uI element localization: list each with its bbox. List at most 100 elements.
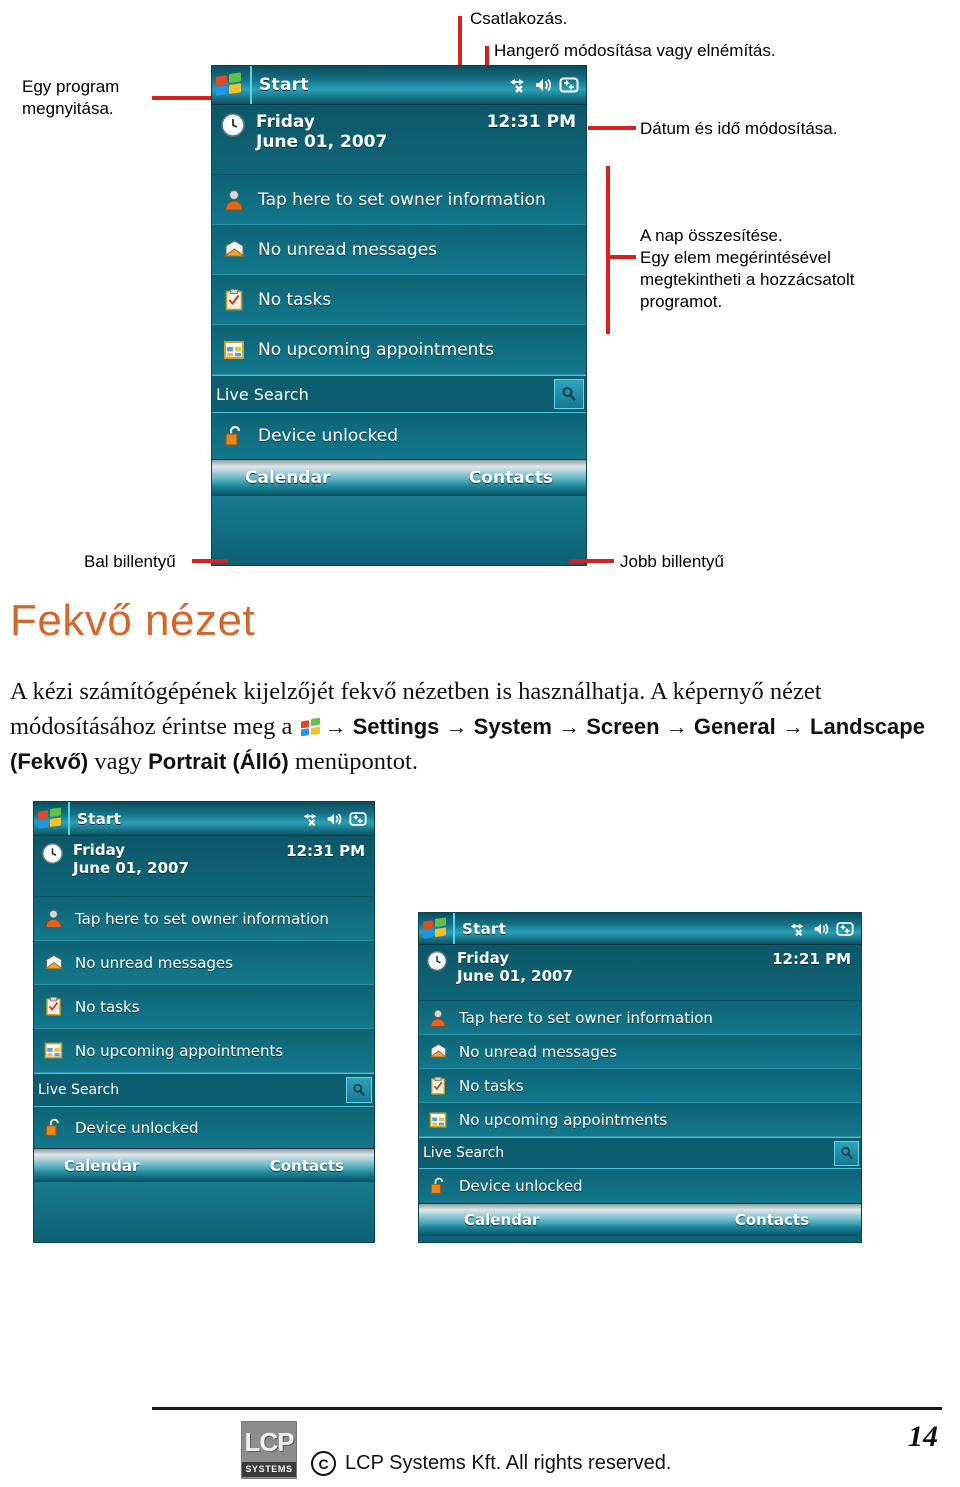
- softkey-left[interactable]: Calendar: [245, 468, 330, 488]
- softkey-left[interactable]: Calendar: [464, 1211, 539, 1229]
- list-item[interactable]: No upcoming appointments: [212, 325, 586, 375]
- list-item[interactable]: No unread messages: [419, 1035, 861, 1069]
- start-label: Start: [462, 919, 507, 938]
- list-item[interactable]: No unread messages: [34, 941, 374, 985]
- system-tray: [507, 75, 586, 95]
- search-input[interactable]: Live Search: [216, 385, 309, 404]
- leader-open-program: [152, 96, 214, 100]
- search-row[interactable]: Live Search: [212, 375, 586, 413]
- date-block: Friday June 01, 2007: [457, 949, 573, 985]
- annotation-right-key: Jobb billentyű: [620, 552, 724, 571]
- clock-time[interactable]: 12:31 PM: [286, 842, 365, 860]
- copyright-text: LCP Systems Kft. All rights reserved.: [345, 1452, 672, 1474]
- softkey-left[interactable]: Calendar: [64, 1157, 139, 1175]
- leader-left-key: [192, 559, 228, 563]
- list-item[interactable]: No upcoming appointments: [34, 1029, 374, 1073]
- list-item[interactable]: Tap here to set owner information: [34, 897, 374, 941]
- owner-icon: [220, 186, 248, 214]
- search-row[interactable]: Live Search: [34, 1073, 374, 1107]
- clock-time[interactable]: 12:21 PM: [772, 950, 851, 968]
- start-button[interactable]: [212, 66, 252, 104]
- soft-key-bar: Calendar Contacts: [34, 1148, 374, 1182]
- list-item-label: Tap here to set owner information: [75, 909, 329, 928]
- owner-icon: [426, 1006, 450, 1030]
- title-bar: Start: [212, 66, 586, 105]
- volume-icon[interactable]: [533, 75, 553, 95]
- list-item-label: Tap here to set owner information: [459, 1008, 713, 1027]
- windows-logo-icon: [38, 806, 62, 830]
- menu-system: System: [473, 713, 552, 739]
- softkey-right[interactable]: Contacts: [469, 468, 553, 488]
- calendar-icon: [220, 336, 248, 364]
- device-lock-row[interactable]: Device unlocked: [34, 1107, 374, 1148]
- start-button[interactable]: [419, 913, 455, 944]
- arrow-icon: →: [781, 713, 804, 739]
- start-button[interactable]: [34, 802, 70, 835]
- search-icon[interactable]: [554, 379, 584, 409]
- search-icon[interactable]: [834, 1140, 859, 1166]
- menu-screen: Screen: [586, 713, 660, 739]
- list-item[interactable]: Tap here to set owner information: [419, 1001, 861, 1035]
- list-item[interactable]: Tap here to set owner information: [212, 175, 586, 225]
- connectivity-icon[interactable]: [301, 810, 319, 828]
- tasks-icon: [426, 1074, 450, 1098]
- sync-icon[interactable]: [559, 75, 579, 95]
- sync-icon[interactable]: [836, 920, 854, 938]
- date-time-row[interactable]: Friday June 01, 2007 12:21 PM: [419, 945, 861, 1001]
- system-tray: [301, 810, 374, 828]
- softkey-right[interactable]: Contacts: [735, 1211, 809, 1229]
- tasks-icon: [220, 286, 248, 314]
- device-lock-label: Device unlocked: [75, 1118, 199, 1137]
- date-block: Friday June 01, 2007: [73, 841, 189, 877]
- day-of-week: Friday: [73, 841, 126, 859]
- today-screen-landscape[interactable]: Start Friday June 01, 2007 12:21 PM Tap …: [418, 912, 862, 1243]
- day-of-week: Friday: [457, 949, 510, 967]
- list-item[interactable]: No upcoming appointments: [419, 1103, 861, 1137]
- start-label: Start: [77, 809, 122, 828]
- search-icon[interactable]: [346, 1077, 372, 1103]
- connectivity-icon[interactable]: [788, 920, 806, 938]
- day-of-week: Friday: [256, 112, 315, 132]
- clock-icon: [426, 950, 448, 976]
- mail-icon: [220, 236, 248, 264]
- padlock-open-icon: [220, 422, 248, 450]
- sync-icon[interactable]: [349, 810, 367, 828]
- leader-right-key: [570, 559, 614, 563]
- search-input[interactable]: Live Search: [423, 1145, 504, 1161]
- volume-icon[interactable]: [812, 920, 830, 938]
- mail-icon: [41, 950, 66, 975]
- softkey-right[interactable]: Contacts: [270, 1157, 344, 1175]
- date-time-row[interactable]: Friday June 01, 2007 12:31 PM: [34, 836, 374, 897]
- list-item[interactable]: No tasks: [34, 985, 374, 1029]
- list-item[interactable]: No tasks: [419, 1069, 861, 1103]
- device-lock-label: Device unlocked: [258, 426, 399, 446]
- volume-icon[interactable]: [325, 810, 343, 828]
- owner-icon: [41, 906, 66, 931]
- clock-time[interactable]: 12:31 PM: [487, 112, 576, 132]
- list-item[interactable]: No unread messages: [212, 225, 586, 275]
- clock-icon: [41, 842, 64, 869]
- device-lock-row[interactable]: Device unlocked: [419, 1169, 861, 1203]
- full-date: June 01, 2007: [457, 966, 573, 985]
- padlock-open-icon: [426, 1174, 450, 1198]
- paragraph-tail: menüpontot.: [294, 747, 418, 775]
- page-title: Fekvő nézet: [10, 596, 256, 645]
- copyright-line: C LCP Systems Kft. All rights reserved.: [311, 1451, 671, 1476]
- today-screen-portrait-small[interactable]: Start Friday June 01, 2007 12:31 PM Tap …: [33, 801, 375, 1243]
- soft-key-bar: Calendar Contacts: [419, 1203, 861, 1236]
- date-block: Friday June 01, 2007: [256, 112, 387, 152]
- menu-settings: Settings: [352, 713, 440, 739]
- page-number: 14: [908, 1420, 938, 1453]
- list-item-label: Tap here to set owner information: [258, 189, 546, 210]
- search-input[interactable]: Live Search: [38, 1082, 119, 1098]
- lcp-logo-subtext: SYSTEMS: [242, 1462, 296, 1477]
- list-item[interactable]: No tasks: [212, 275, 586, 325]
- device-lock-row[interactable]: Device unlocked: [212, 413, 586, 459]
- windows-logo-icon: [423, 916, 447, 940]
- menu-general: General: [693, 713, 776, 739]
- connectivity-icon[interactable]: [507, 75, 527, 95]
- date-time-row[interactable]: Friday June 01, 2007 12:31 PM: [212, 105, 586, 175]
- search-row[interactable]: Live Search: [419, 1137, 861, 1169]
- tasks-icon: [41, 994, 66, 1019]
- today-screen-portrait-main[interactable]: Start Friday June 01, 2007 12:31 PM Tap …: [211, 65, 587, 566]
